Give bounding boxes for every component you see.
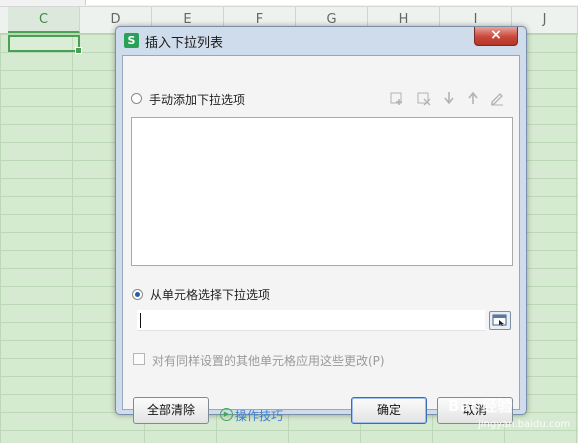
dropdown-options-list[interactable] xyxy=(131,117,513,266)
text-caret xyxy=(140,313,141,328)
manual-option-label[interactable]: 手动添加下拉选项 xyxy=(149,91,245,108)
column-header-c[interactable]: C xyxy=(8,7,80,33)
manual-option-radio[interactable] xyxy=(131,93,142,104)
baidu-watermark-url: jingyan.baidu.com xyxy=(478,419,571,430)
dialog-title: 插入下拉列表 xyxy=(145,36,224,51)
tips-link[interactable]: 操作技巧 xyxy=(235,407,283,424)
close-button[interactable]: × xyxy=(474,27,518,46)
play-tips-icon[interactable]: ▶ xyxy=(220,408,233,421)
dialog-body: 手动添加下拉选项 从单元格选择下拉选项 对有同样设置的其他单元格应用这些更改(P… xyxy=(122,55,520,424)
baidu-watermark: Bai 经验 xyxy=(448,397,513,415)
ok-button[interactable]: 确定 xyxy=(351,397,427,424)
selected-cell[interactable] xyxy=(8,35,82,54)
move-down-icon[interactable] xyxy=(441,90,457,106)
wps-app-icon: S xyxy=(124,33,139,48)
clear-all-button[interactable]: 全部清除 xyxy=(133,397,209,424)
range-picker-icon xyxy=(492,314,507,326)
cell-option-label[interactable]: 从单元格选择下拉选项 xyxy=(150,286,270,303)
dialog-titlebar[interactable]: S 插入下拉列表 × xyxy=(116,27,526,53)
select-range-button[interactable] xyxy=(489,311,511,330)
edit-item-icon[interactable] xyxy=(489,90,505,106)
insert-dropdown-dialog: S 插入下拉列表 × 手动添加下拉选项 从单元格选择下拉选项 对有同样设置的其他… xyxy=(115,26,527,424)
add-item-icon[interactable] xyxy=(389,90,405,106)
cell-option-radio[interactable] xyxy=(132,289,143,300)
delete-item-icon[interactable] xyxy=(416,90,432,106)
apply-to-same-cells-label: 对有同样设置的其他单元格应用这些更改(P) xyxy=(152,354,385,368)
apply-to-same-cells-checkbox[interactable] xyxy=(133,353,145,365)
formula-input[interactable] xyxy=(85,0,578,5)
cell-range-input[interactable] xyxy=(137,310,485,331)
move-up-icon[interactable] xyxy=(465,90,481,106)
